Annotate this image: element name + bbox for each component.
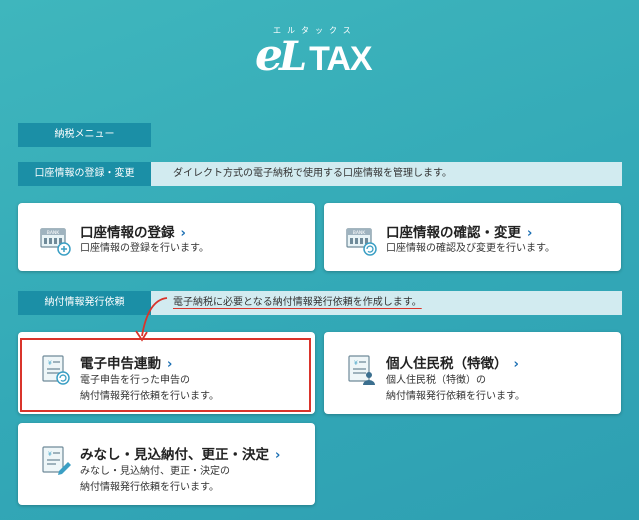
document-refresh-icon: ¥: [42, 355, 70, 385]
card-description: 個人住民税（特徴）の 納付情報発行依頼を行います。: [386, 375, 525, 402]
section-description: 電子納税に必要となる納付情報発行依頼を作成します。: [173, 297, 422, 308]
card-title: みなし・見込納付、更正・決定 ›: [80, 447, 281, 463]
card-e-filing-link[interactable]: ¥ 電子申告連動 › 電子申告を行った申告の 納付情報発行依頼を行います。: [18, 332, 315, 414]
section-account-info: 口座情報の登録・変更 ダイレクト方式の電子納税で使用する口座情報を管理します。: [18, 162, 622, 186]
card-title: 口座情報の登録 ›: [80, 225, 186, 241]
chevron-right-icon: ›: [167, 357, 173, 372]
section-label: 口座情報の登録・変更: [18, 162, 151, 186]
card-title: 個人住民税（特徴） ›: [386, 356, 519, 372]
bank-add-icon: BANK: [40, 228, 71, 256]
document-edit-icon: ¥: [42, 446, 71, 475]
svg-text:¥: ¥: [48, 451, 52, 458]
eltax-logo: eLTAX: [255, 30, 373, 81]
section-label: 納付情報発行依頼: [18, 291, 151, 315]
card-account-register[interactable]: BANK 口座情報の登録 › 口座情報の登録を行います。: [18, 203, 315, 271]
chevron-right-icon: ›: [527, 226, 533, 241]
section-payment-request: 納付情報発行依頼 電子納税に必要となる納付情報発行依頼を作成します。: [18, 291, 622, 315]
chevron-right-icon: ›: [513, 357, 519, 372]
svg-text:¥: ¥: [354, 360, 358, 367]
card-description: みなし・見込納付、更正・決定の 納付情報発行依頼を行います。: [80, 466, 230, 493]
card-description: 電子申告を行った申告の 納付情報発行依頼を行います。: [80, 375, 219, 402]
bank-refresh-icon: BANK: [346, 228, 377, 256]
card-account-confirm-change[interactable]: BANK 口座情報の確認・変更 › 口座情報の確認及び変更を行います。: [324, 203, 621, 271]
svg-text:¥: ¥: [48, 360, 52, 367]
svg-text:BANK: BANK: [47, 230, 61, 236]
card-deemed-estimated-correction[interactable]: ¥ みなし・見込納付、更正・決定 › みなし・見込納付、更正・決定の 納付情報発行依…: [18, 423, 315, 505]
menu-heading: 納税メニュー: [18, 123, 151, 147]
card-description: 口座情報の登録を行います。: [80, 243, 209, 254]
card-title: 電子申告連動 ›: [80, 356, 173, 372]
card-resident-tax-special[interactable]: ¥ 個人住民税（特徴） › 個人住民税（特徴）の 納付情報発行依頼を行います。: [324, 332, 621, 414]
svg-text:BANK: BANK: [353, 230, 367, 236]
chevron-right-icon: ›: [275, 448, 281, 463]
card-title: 口座情報の確認・変更 ›: [386, 225, 533, 241]
logo-l: L: [279, 33, 308, 80]
chevron-right-icon: ›: [180, 226, 186, 241]
document-person-icon: ¥: [348, 355, 375, 385]
card-description: 口座情報の確認及び変更を行います。: [386, 243, 555, 254]
logo-tax: TAX: [309, 40, 372, 78]
section-description: ダイレクト方式の電子納税で使用する口座情報を管理します。: [173, 168, 452, 179]
